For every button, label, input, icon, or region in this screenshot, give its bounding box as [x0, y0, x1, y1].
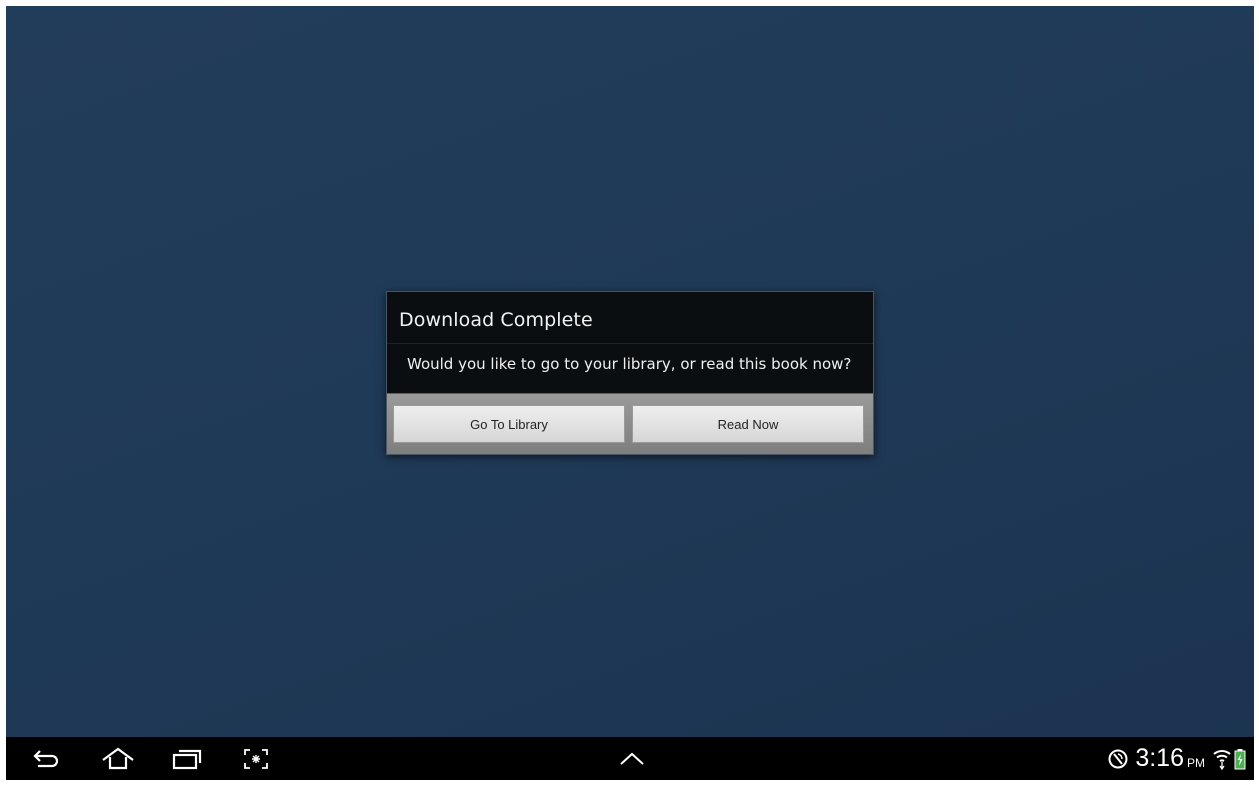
dialog-title-divider [387, 343, 873, 344]
dialog-title: Download Complete [399, 309, 593, 331]
dialog-button-bar: Go To Library Read Now [387, 393, 873, 454]
system-navigation-bar: 3:16 PM [6, 737, 1254, 780]
clock-time: 3:16 [1135, 744, 1184, 772]
status-area[interactable]: 3:16 PM [1107, 737, 1246, 780]
clock-ampm: PM [1187, 755, 1205, 770]
battery-charging-icon [1234, 748, 1246, 770]
recent-apps-icon[interactable] [169, 746, 205, 772]
download-complete-dialog: Download Complete Would you like to go t… [386, 291, 874, 455]
chevron-up-icon[interactable] [614, 746, 650, 772]
read-now-button[interactable]: Read Now [632, 405, 864, 443]
home-screen: Download Complete Would you like to go t… [6, 6, 1254, 780]
wifi-icon [1213, 748, 1231, 770]
screenshot-icon[interactable] [238, 746, 274, 772]
dialog-message: Would you like to go to your library, or… [407, 355, 852, 373]
sync-icon [1107, 748, 1129, 770]
home-icon[interactable] [100, 746, 136, 772]
go-to-library-button[interactable]: Go To Library [393, 405, 625, 443]
back-icon[interactable] [28, 746, 64, 772]
